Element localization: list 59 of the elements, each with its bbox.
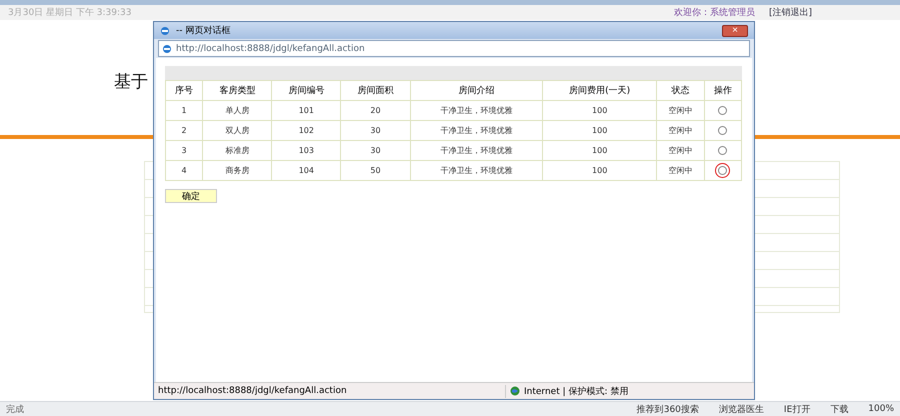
table-cell: 空闲中 xyxy=(656,140,704,160)
status-bar-item[interactable]: 下载 xyxy=(830,402,848,416)
radio-button[interactable] xyxy=(718,126,728,135)
table-cell: 空闲中 xyxy=(656,100,704,120)
zoom-level[interactable]: 100% xyxy=(868,404,894,414)
column-header: 序号 xyxy=(166,80,203,100)
table-cell: 单人房 xyxy=(202,100,272,120)
table-cell: 104 xyxy=(272,160,341,180)
table-cell: 103 xyxy=(272,140,341,160)
table-cell: 干净卫生，环境优雅 xyxy=(410,120,543,140)
dialog-title: -- 网页对话框 xyxy=(176,24,232,37)
column-header: 房间面积 xyxy=(340,80,410,100)
table-cell: 空闲中 xyxy=(656,160,704,180)
radio-button[interactable] xyxy=(718,106,728,115)
table-cell: 干净卫生，环境优雅 xyxy=(410,100,543,120)
column-header: 房间费用(一天) xyxy=(542,80,656,100)
column-header: 客房类型 xyxy=(202,80,272,100)
status-bar-item[interactable]: IE打开 xyxy=(784,402,810,416)
column-header: 房间编号 xyxy=(272,80,341,100)
welcome-text: 欢迎你：系统管理员 xyxy=(674,6,755,19)
logout-link[interactable]: [注销退出] xyxy=(768,6,812,19)
table-cell: 102 xyxy=(272,120,341,140)
table-cell: 2 xyxy=(166,120,203,140)
address-bar[interactable]: http://localhost:8888/jdgl/kefangAll.action xyxy=(158,40,750,57)
date-time: 3月30日 星期日 下午 3:39:33 xyxy=(8,6,132,19)
page-title: 基于 xyxy=(114,71,148,93)
status-text: 完成 xyxy=(6,404,25,416)
table-cell: 干净卫生，环境优雅 xyxy=(410,140,543,160)
table-cell: 1 xyxy=(166,100,203,120)
table-cell: 101 xyxy=(272,100,341,120)
table-cell: 100 xyxy=(542,160,656,180)
table-cell: 20 xyxy=(340,100,410,120)
table-cell: 干净卫生，环境优雅 xyxy=(410,160,543,180)
status-url: http://localhost:8888/jdgl/kefangAll.action xyxy=(158,386,348,396)
browser-icon xyxy=(162,44,172,54)
column-header: 操作 xyxy=(704,80,742,100)
table-cell: 商务房 xyxy=(202,160,272,180)
security-zone: Internet | 保护模式: 禁用 xyxy=(524,386,628,398)
globe-icon xyxy=(510,386,520,396)
browser-icon xyxy=(160,26,170,36)
status-bar-item[interactable]: 推荐到360搜索 xyxy=(636,402,699,416)
status-bar-item[interactable]: 浏览器医生 xyxy=(718,402,764,416)
confirm-button[interactable]: 确定 xyxy=(165,189,217,203)
table-cell: 30 xyxy=(340,140,410,160)
table-cell: 标准房 xyxy=(202,140,272,160)
table-cell: 30 xyxy=(340,120,410,140)
column-header: 房间介绍 xyxy=(410,80,543,100)
table-cell: 100 xyxy=(542,100,656,120)
table-cell: 100 xyxy=(542,140,656,160)
radio-button[interactable] xyxy=(718,146,728,155)
table-cell: 100 xyxy=(542,120,656,140)
table-cell: 空闲中 xyxy=(656,120,704,140)
table-cell: 3 xyxy=(166,140,203,160)
table-cell: 4 xyxy=(166,160,203,180)
close-button[interactable]: × xyxy=(722,24,748,36)
table-cell: 50 xyxy=(340,160,410,180)
column-header: 状态 xyxy=(656,80,704,100)
radio-button[interactable] xyxy=(718,166,728,175)
table-cell: 双人房 xyxy=(202,120,272,140)
